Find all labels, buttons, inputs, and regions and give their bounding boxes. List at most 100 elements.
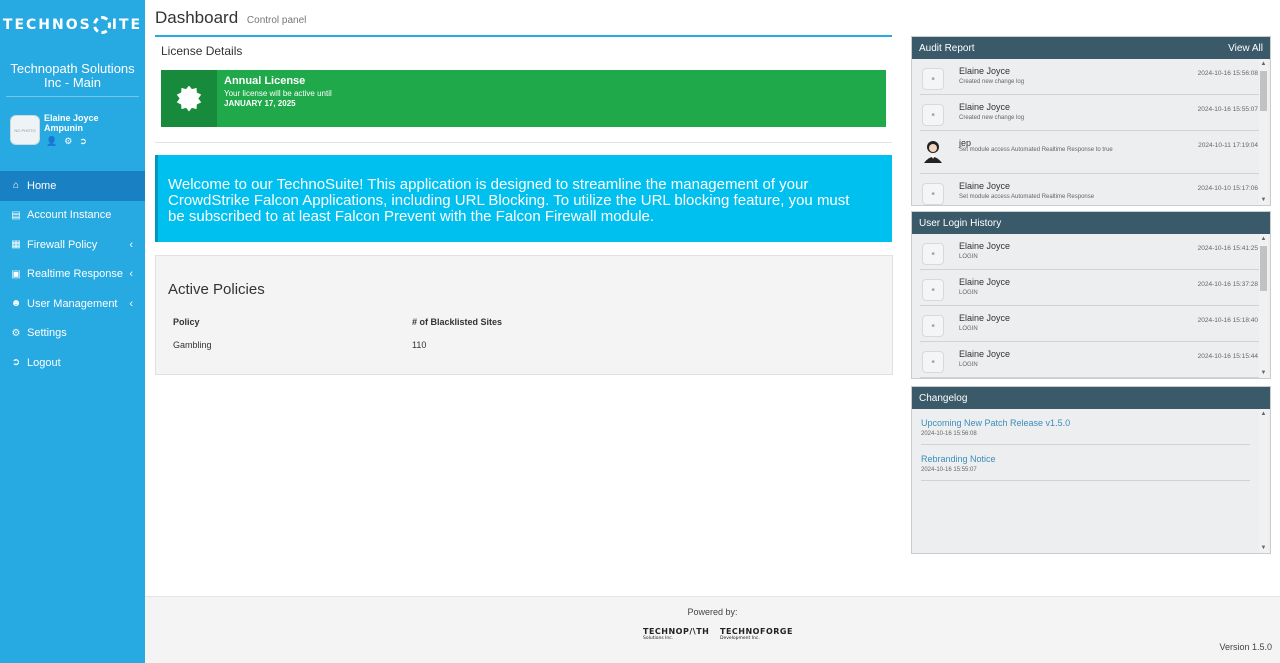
entry-description: Created new change log (959, 79, 1025, 85)
entry-description: Set module access Automated Realtime Res… (959, 147, 1113, 153)
sidebar-item-label: Home (27, 179, 57, 192)
sidebar-item-label: Realtime Response (27, 268, 123, 281)
changelog-header: Changelog (912, 387, 1270, 409)
scrollbar-thumb[interactable] (1260, 246, 1267, 291)
sidebar-item-firewall-policy[interactable]: ▦ Firewall Policy ‹ (0, 230, 145, 260)
entry-user: Elaine Joyce (959, 277, 1011, 287)
home-icon: ⌂ (12, 180, 20, 192)
brand-gear-icon (92, 16, 111, 34)
changelog-entry-link[interactable]: Upcoming New Patch Release v1.5.0 (921, 418, 1250, 428)
list-item: ■ Elaine Joyce LOGIN 2024-10-16 15:18:40 (920, 306, 1260, 342)
scrollbar-thumb[interactable] (1260, 71, 1267, 111)
list-item: jep Set module access Automated Realtime… (920, 131, 1260, 174)
organization-name: Technopath Solutions Inc - Main (6, 50, 139, 97)
changelog-panel: Changelog Upcoming New Patch Release v1.… (911, 386, 1271, 554)
avatar: ■ (922, 183, 944, 205)
entry-timestamp: 2024-10-16 15:18:40 (1197, 317, 1258, 324)
avatar: ■ (922, 68, 944, 90)
person-avatar-icon (922, 140, 944, 163)
list-item: Upcoming New Patch Release v1.5.0 2024-1… (921, 409, 1250, 445)
license-info-box: Annual License Your license will be acti… (161, 70, 886, 127)
avatar: ■ (922, 351, 944, 373)
entry-user: Elaine Joyce (959, 66, 1011, 76)
technopath-logo: TECHNOP/\TH Solutions Inc. (643, 627, 709, 641)
sidebar: TECHNOS ITE Technopath Solutions Inc - Ma… (0, 0, 145, 663)
entry-timestamp: 2024-10-16 15:37:28 (1197, 281, 1258, 288)
changelog-title: Changelog (919, 392, 968, 404)
list-item: ■ Elaine Joyce LOGIN 2024-10-16 15:37:28 (920, 270, 1260, 306)
avatar-placeholder: NO PHOTO (14, 127, 36, 133)
entry-user: Elaine Joyce (959, 349, 1011, 359)
sidebar-item-user-management[interactable]: ☻ User Management ‹ (0, 289, 145, 319)
sidebar-item-label: User Management (27, 297, 118, 310)
avatar: NO PHOTO (10, 115, 40, 145)
brand-logo[interactable]: TECHNOS ITE (0, 0, 145, 50)
entry-timestamp: 2024-10-16 15:56:08 (1197, 70, 1258, 77)
gear-icon: ⚙ (11, 327, 21, 339)
user-login-history-panel: User Login History ■ Elaine Joyce LOGIN … (911, 211, 1271, 379)
users-icon: ☻ (10, 298, 22, 310)
sidebar-item-logout[interactable]: ➲ Logout (0, 348, 145, 378)
technopath-logo-subtext: Solutions Inc. (643, 636, 674, 641)
active-policies-box: Active Policies Policy # of Blacklisted … (155, 255, 893, 375)
scrollbar[interactable] (1259, 409, 1268, 553)
column-header-policy: Policy (173, 316, 200, 327)
scroll-down-icon[interactable]: ▼ (1260, 370, 1267, 376)
scroll-up-icon[interactable]: ▲ (1260, 236, 1267, 242)
entry-description: LOGIN (959, 326, 978, 332)
entry-timestamp: 2024-10-16 15:55:07 (1197, 106, 1258, 113)
scroll-up-icon[interactable]: ▲ (1260, 411, 1267, 417)
scroll-down-icon[interactable]: ▼ (1260, 545, 1267, 551)
entry-description: LOGIN (959, 254, 978, 260)
changelog-list[interactable]: Upcoming New Patch Release v1.5.0 2024-1… (912, 409, 1270, 553)
blacklisted-count-cell: 110 (412, 339, 427, 350)
technoforge-logo-subtext: Development Inc. (720, 636, 760, 641)
page-title: Dashboard Control panel (155, 8, 306, 28)
user-name: Elaine Joyce Ampunin (44, 113, 99, 133)
powered-by-text: Powered by: (687, 607, 738, 617)
gear-icon[interactable]: ⚙ (64, 136, 72, 147)
profile-icon[interactable]: 👤 (46, 136, 57, 147)
table-row[interactable]: Gambling 110 (173, 333, 612, 356)
sidebar-item-label: Logout (27, 356, 61, 369)
firewall-icon: ▦ (11, 239, 21, 251)
scroll-down-icon[interactable]: ▼ (1260, 197, 1267, 203)
chevron-left-icon: ‹ (129, 297, 133, 310)
page-subtitle: Control panel (246, 15, 307, 26)
sidebar-item-home[interactable]: ⌂ Home (0, 171, 145, 201)
page-title-text: Dashboard (155, 8, 239, 27)
sidebar-item-settings[interactable]: ⚙ Settings (0, 319, 145, 349)
brand-name-right: ITE (111, 17, 143, 33)
sidebar-item-label: Settings (27, 327, 67, 340)
scroll-up-icon[interactable]: ▲ (1260, 61, 1267, 67)
avatar: ■ (922, 315, 944, 337)
column-header-blacklisted-sites: # of Blacklisted Sites (412, 316, 503, 327)
login-history-header: User Login History (912, 212, 1270, 234)
login-history-list[interactable]: ■ Elaine Joyce LOGIN 2024-10-16 15:41:25… (912, 234, 1270, 378)
audit-report-list[interactable]: ■ Elaine Joyce Created new change log 20… (912, 59, 1270, 205)
license-text: Your license will be active until (224, 89, 332, 98)
table-header-row: Policy # of Blacklisted Sites (173, 310, 612, 333)
entry-timestamp: 2024-10-10 15:17:06 (1197, 185, 1258, 192)
changelog-entry-link[interactable]: Rebranding Notice (921, 454, 1250, 464)
sidebar-item-label: Firewall Policy (27, 238, 98, 251)
policies-table: Policy # of Blacklisted Sites Gambling 1… (173, 310, 612, 356)
view-all-link[interactable]: View All (1228, 43, 1263, 54)
entry-description: Created new change log (959, 115, 1025, 121)
building-icon: ▤ (11, 209, 21, 221)
license-type: Annual License (224, 75, 306, 87)
changelog-entry-date: 2024-10-16 15:55:07 (921, 467, 977, 473)
technoforge-logo-text: TECHNOFORGE (720, 627, 793, 636)
license-section-title: License Details (161, 44, 243, 58)
avatar: ■ (922, 243, 944, 265)
audit-report-header: Audit Report View All (912, 37, 1270, 59)
entry-timestamp: 2024-10-16 15:41:25 (1197, 245, 1258, 252)
entry-description: LOGIN (959, 290, 978, 296)
sidebar-nav: ⌂ Home ▤ Account Instance ▦ Firewall Pol… (0, 171, 145, 378)
logout-icon[interactable]: ➲ (79, 136, 87, 147)
badge-icon (161, 70, 217, 127)
chevron-left-icon: ‹ (129, 268, 133, 281)
sidebar-item-realtime-response[interactable]: ▣ Realtime Response ‹ (0, 260, 145, 290)
sidebar-item-account-instance[interactable]: ▤ Account Instance (0, 201, 145, 231)
license-details-box: License Details Annual License Your lice… (155, 35, 892, 143)
